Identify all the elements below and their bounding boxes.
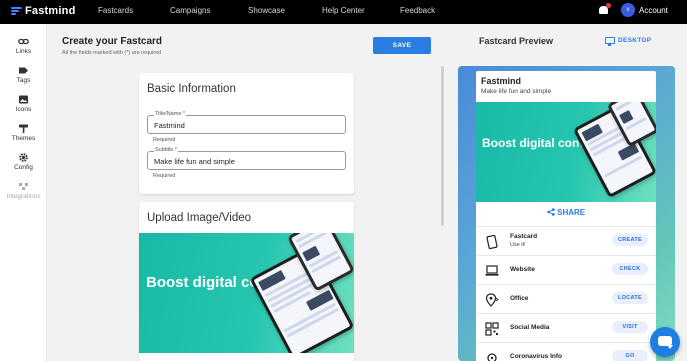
chat-support-button[interactable] [650, 327, 680, 357]
subtitle-field[interactable]: Subtitle * Make life fun and simple [147, 147, 346, 170]
sidebar-item-themes[interactable]: Themes [0, 124, 47, 142]
list-item: Coronavirus Info GO [476, 342, 656, 361]
qr-code-icon [485, 322, 499, 336]
fastcard-preview: Fastmind Make life fun and simple Boost … [476, 71, 656, 361]
row-label: Fastcard [510, 233, 538, 240]
check-button[interactable]: CHECK [612, 263, 648, 275]
sidebar-item-label: Links [15, 48, 32, 55]
nav-feedback[interactable]: Feedback [400, 6, 435, 15]
row-label: Coronavirus Info [510, 353, 563, 360]
uploaded-media-preview[interactable]: Boost digital conversion [139, 233, 354, 353]
image-icon [18, 95, 29, 104]
list-item: Fastcard Use it! CREATE [476, 226, 656, 255]
nav-help-center[interactable]: Help Center [322, 6, 365, 15]
basic-information-card: Basic Information Title/Name * Fastmind … [139, 73, 354, 194]
field-helper-text: Required [153, 137, 176, 143]
nav-campaigns[interactable]: Campaigns [170, 6, 210, 15]
sidebar-item-links[interactable]: Links [0, 37, 47, 55]
preview-title: Fastcard Preview [479, 36, 554, 46]
paint-roller-icon [18, 124, 29, 133]
sidebar-item-icons[interactable]: Icons [0, 95, 47, 113]
upload-media-card: Upload Image/Video Boost digital convers… [139, 202, 354, 361]
nav-fastcards[interactable]: Fastcards [98, 6, 133, 15]
sidebar: Links Tags Icons Themes Config Integrati… [0, 24, 47, 361]
location-pin-icon [485, 293, 499, 307]
row-sublabel: Use it! [510, 242, 526, 248]
tag-icon [18, 66, 29, 75]
field-label: Title/Name * [154, 111, 187, 117]
sidebar-item-label: Themes [11, 135, 36, 142]
sidebar-item-label: Integrations [6, 193, 41, 200]
field-value: Fastmind [154, 121, 185, 130]
locate-button[interactable]: LOCATE [612, 292, 648, 304]
top-navbar: Fastmind Fastcards Campaigns Showcase He… [0, 0, 687, 24]
fastmind-logo-icon [11, 7, 22, 15]
section-title: Upload Image/Video [147, 212, 251, 224]
section-title: Basic Information [147, 83, 236, 95]
notification-dot [606, 3, 611, 8]
sidebar-item-tags[interactable]: Tags [0, 66, 47, 84]
row-label: Office [510, 295, 529, 302]
editor-scrollbar[interactable] [441, 66, 444, 226]
avatar[interactable]: v [621, 3, 635, 17]
integrations-icon [18, 182, 29, 191]
share-button[interactable]: SHARE [476, 208, 656, 217]
monitor-icon [605, 37, 615, 46]
field-helper-text: Required [153, 173, 176, 179]
desktop-label: DESKTOP [618, 37, 652, 44]
row-label: Website [510, 266, 535, 273]
desktop-preview-toggle[interactable]: DESKTOP [605, 37, 652, 46]
sidebar-item-label: Icons [15, 106, 32, 113]
row-label: Social Media [510, 324, 550, 331]
nav-showcase[interactable]: Showcase [248, 6, 285, 15]
notifications-bell-icon[interactable] [599, 3, 611, 15]
account-menu[interactable]: Account [639, 6, 668, 15]
list-item: Office LOCATE [476, 284, 656, 313]
card-subtitle: Make life fun and simple [481, 88, 552, 95]
laptop-icon [485, 264, 499, 276]
sidebar-item-config[interactable]: Config [0, 153, 47, 171]
title-name-field[interactable]: Title/Name * Fastmind [147, 111, 346, 134]
brand-name: Fastmind [25, 5, 76, 17]
brand-logo[interactable]: Fastmind [11, 5, 76, 17]
go-button[interactable]: GO [612, 350, 648, 361]
required-fields-note: All the fields marked with (*) are requi… [62, 50, 162, 56]
sidebar-item-label: Tags [16, 77, 31, 84]
field-label: Subtitle * [154, 147, 179, 153]
page-title: Create your Fastcard [62, 36, 163, 47]
sidebar-item-label: Config [14, 164, 33, 171]
share-icon [547, 208, 555, 217]
card-title: Fastmind [481, 76, 522, 86]
sidebar-item-integrations[interactable]: Integrations [0, 182, 47, 200]
gear-icon [18, 153, 29, 162]
fastcard-preview-frame: Fastmind Make life fun and simple Boost … [458, 66, 675, 361]
list-item: Website CHECK [476, 255, 656, 284]
phone-icon [485, 234, 499, 250]
link-icon [18, 37, 29, 46]
field-value: Make life fun and simple [154, 157, 235, 166]
virus-icon [485, 351, 499, 361]
share-label: SHARE [557, 208, 586, 217]
visit-button[interactable]: VISIT [612, 321, 648, 333]
create-button[interactable]: CREATE [612, 234, 648, 246]
list-item: Social Media VISIT [476, 313, 656, 342]
save-button[interactable]: SAVE [373, 37, 431, 54]
card-promo-image: Boost digital conversion [476, 102, 656, 202]
